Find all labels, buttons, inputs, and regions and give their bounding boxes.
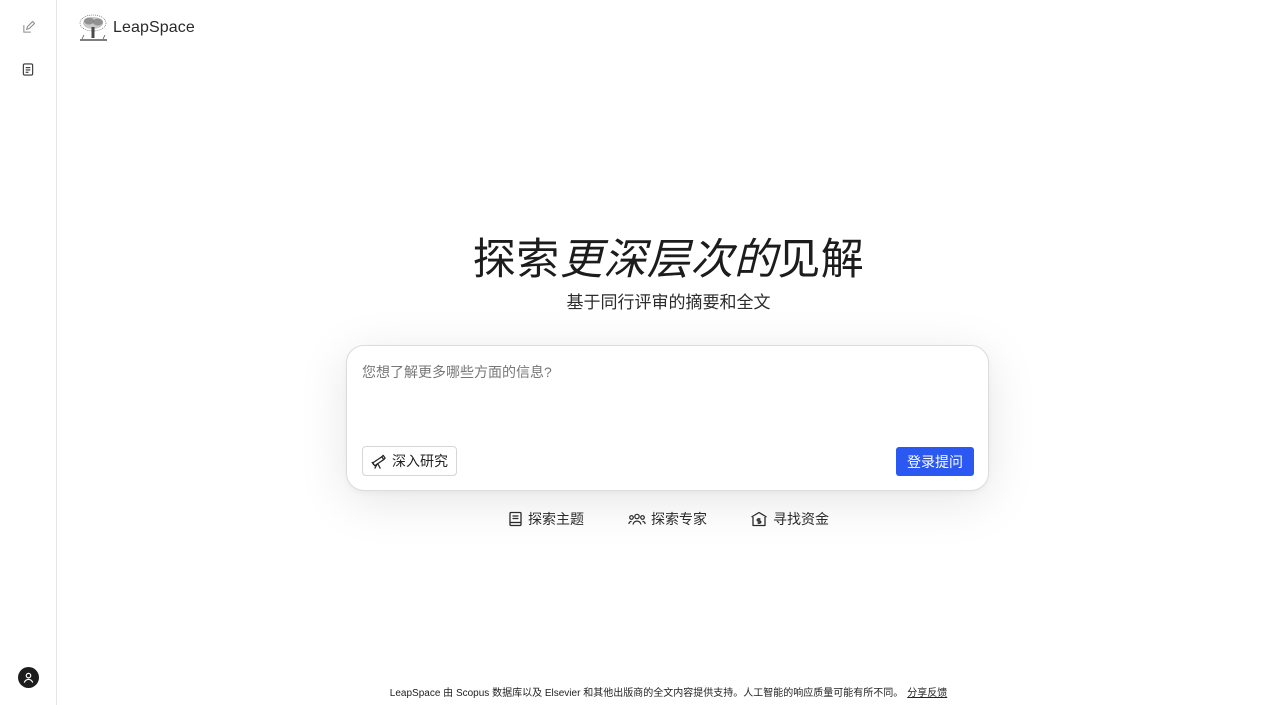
- deep-research-button[interactable]: 深入研究: [362, 446, 457, 476]
- explore-experts-link[interactable]: 探索专家: [628, 508, 707, 530]
- sidebar: [0, 0, 57, 705]
- book-icon: [509, 511, 522, 527]
- hero-title-emphasis: 更深层次的: [559, 235, 778, 285]
- deep-research-label: 深入研究: [392, 453, 448, 469]
- brand-name: LeapSpace: [113, 19, 195, 36]
- login-ask-button[interactable]: 登录提问: [896, 447, 974, 476]
- brand[interactable]: LeapSpace: [78, 14, 195, 42]
- hero-title-part2: 见解: [777, 235, 865, 285]
- hero: 探索更深层次的见解 基于同行评审的摘要和全文: [57, 232, 1280, 314]
- explore-topics-label: 探索主题: [528, 511, 584, 527]
- document-icon[interactable]: [20, 61, 36, 77]
- hero-subtitle: 基于同行评审的摘要和全文: [566, 293, 771, 312]
- funding-icon: [751, 511, 767, 527]
- explore-topics-link[interactable]: 探索主题: [508, 508, 584, 530]
- user-icon[interactable]: [18, 667, 39, 688]
- footer-text: LeapSpace 由 Scopus 数据库以及 Elsevier 和其他出版商…: [389, 688, 904, 699]
- quick-links: 探索主题 探索专家 寻找资金: [0, 508, 1280, 530]
- edit-icon[interactable]: [20, 19, 36, 35]
- hero-title-part1: 探索: [472, 235, 560, 285]
- find-funding-link[interactable]: 寻找资金: [750, 508, 829, 530]
- telescope-icon: [371, 454, 386, 469]
- search-input[interactable]: [362, 362, 972, 432]
- people-icon: [628, 513, 646, 525]
- footer: LeapSpace 由 Scopus 数据库以及 Elsevier 和其他出版商…: [57, 687, 1280, 701]
- search-card: 深入研究 登录提问: [346, 345, 989, 491]
- find-funding-label: 寻找资金: [773, 511, 829, 527]
- feedback-link[interactable]: 分享反馈: [907, 688, 947, 699]
- hero-title: 探索更深层次的见解: [57, 232, 1280, 288]
- explore-experts-label: 探索专家: [651, 511, 707, 527]
- elsevier-tree-logo: [78, 14, 109, 42]
